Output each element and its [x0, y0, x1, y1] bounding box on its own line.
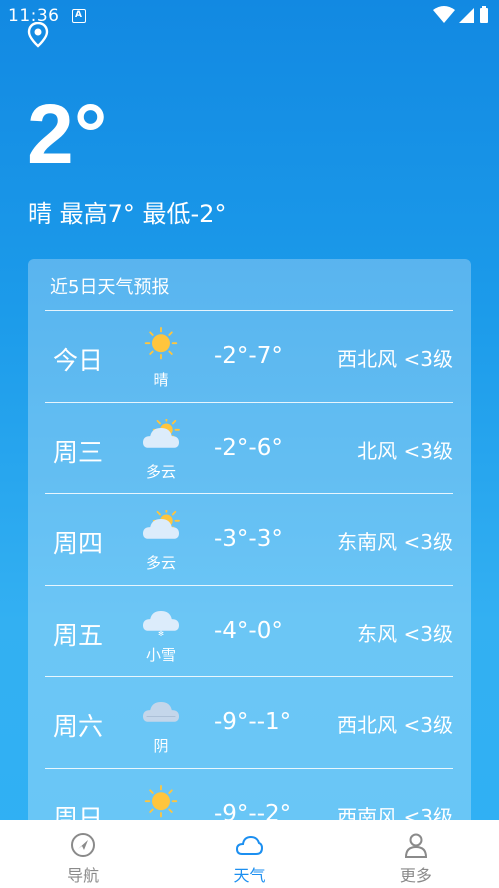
location-pin-icon[interactable] [27, 22, 49, 48]
nav-label: 天气 [233, 866, 266, 885]
forecast-row[interactable]: 今日 晴 -2°-7° 西北风 <3级 [45, 310, 453, 402]
signal-icon [459, 8, 474, 23]
forecast-card: 近5日天气预报 今日 晴 -2°-7° 西北风 <3级 周三 多云 -2°-6°… [28, 259, 471, 859]
forecast-row[interactable]: 周五 ✻ 小雪 -4°-0° 东风 <3级 [45, 584, 453, 677]
current-temperature: 2° [27, 87, 108, 181]
forecast-wind: 东风 <3级 [357, 621, 453, 646]
nav-item-weather[interactable]: 天气 [166, 820, 332, 888]
nav-item-navigation[interactable]: 导航 [0, 820, 166, 888]
snow-icon: ✻ [143, 610, 179, 638]
forecast-condition: 阴 [153, 737, 169, 755]
current-summary: 晴 最高7° 最低-2° [28, 200, 227, 228]
forecast-wind: 北风 <3级 [357, 438, 453, 463]
forecast-row[interactable]: 周三 多云 -2°-6° 北风 <3级 [45, 401, 453, 494]
forecast-row[interactable]: 周六 阴 -9°--1° 西北风 <3级 [45, 676, 453, 768]
status-bar: 11:36 A [0, 0, 499, 32]
svg-text:✻: ✻ [158, 629, 164, 638]
forecast-row[interactable]: 周四 多云 -3°-3° 东南风 <3级 [45, 493, 453, 585]
forecast-title: 近5日天气预报 [50, 277, 170, 298]
forecast-day: 周四 [53, 529, 104, 558]
notification-icon: A [71, 9, 86, 23]
forecast-day: 周五 [53, 620, 104, 650]
forecast-temperature: -4°-0° [214, 617, 283, 644]
forecast-temperature: -2°-7° [214, 343, 283, 369]
compass-icon [71, 833, 96, 857]
overcast-icon [143, 702, 179, 722]
bottom-nav: 导航 天气 更多 [0, 820, 499, 888]
sun-icon [144, 327, 178, 360]
nav-label: 导航 [67, 866, 100, 885]
forecast-temperature: -9°--1° [214, 709, 292, 735]
nav-label: 更多 [399, 866, 432, 885]
forecast-day: 今日 [53, 346, 104, 375]
forecast-wind: 西北风 <3级 [337, 713, 453, 737]
partly-cloudy-icon [143, 510, 180, 539]
nav-item-more[interactable]: 更多 [333, 820, 499, 888]
wifi-icon [433, 6, 455, 23]
forecast-wind: 西北风 <3级 [337, 347, 453, 371]
forecast-temperature: -2°-6° [214, 434, 283, 461]
status-icons [433, 6, 489, 24]
forecast-list[interactable]: 今日 晴 -2°-7° 西北风 <3级 周三 多云 -2°-6° 北风 <3级 … [45, 310, 453, 859]
forecast-wind: 东南风 <3级 [337, 530, 453, 554]
forecast-condition: 多云 [145, 554, 176, 572]
partly-cloudy-icon [143, 418, 180, 448]
user-icon [404, 833, 427, 858]
forecast-day: 周六 [53, 712, 104, 741]
forecast-condition: 小雪 [145, 645, 176, 664]
battery-icon [480, 6, 488, 23]
forecast-temperature: -3°-3° [214, 526, 283, 552]
cloud-icon [236, 835, 264, 855]
forecast-day: 周三 [53, 437, 104, 467]
forecast-condition: 多云 [145, 462, 176, 481]
sun-icon [144, 784, 178, 817]
forecast-condition: 晴 [153, 371, 169, 389]
